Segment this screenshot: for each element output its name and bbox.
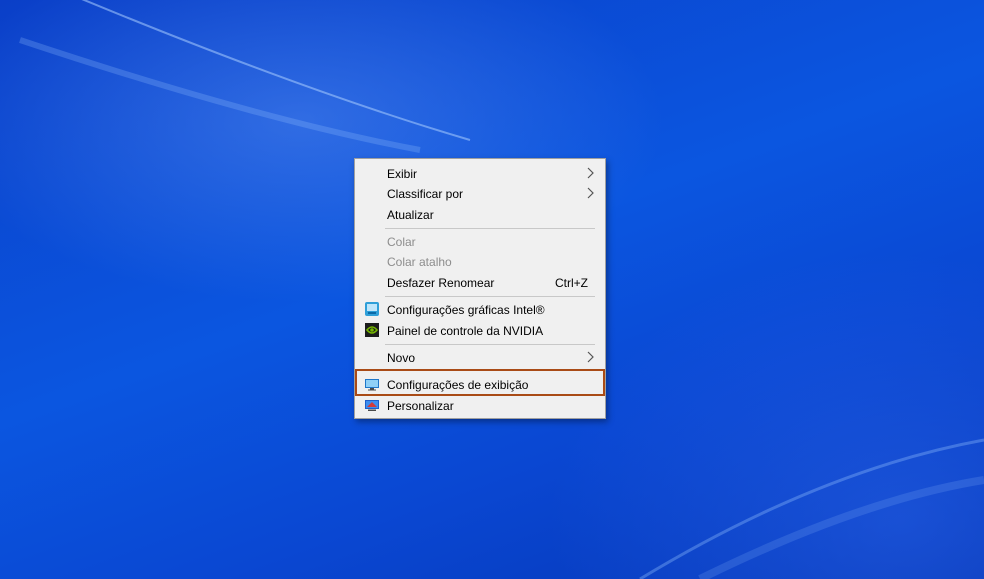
menu-item-classificar-por[interactable]: Classificar por [357,183,603,203]
menu-item-nvidia-control-panel[interactable]: Painel de controle da NVIDIA [357,320,603,340]
personalize-icon [365,400,379,411]
menu-item-label: Atualizar [387,208,434,222]
menu-item-shortcut: Ctrl+Z [555,276,588,290]
menu-item-exibir[interactable]: Exibir [357,163,603,183]
chevron-right-icon [587,167,594,179]
menu-item-label: Exibir [387,167,418,181]
intel-graphics-icon [365,302,379,316]
menu-separator [385,344,595,345]
menu-item-label: Colar [387,235,416,249]
menu-item-personalizar[interactable]: Personalizar [357,395,603,415]
menu-item-label: Classificar por [387,187,464,201]
chevron-right-icon [587,351,594,363]
menu-item-label: Painel de controle da NVIDIA [387,324,544,338]
menu-separator [385,296,595,297]
chevron-right-icon [587,187,594,199]
menu-item-label: Novo [387,351,416,365]
menu-item-label: Configurações gráficas Intel® [387,303,545,317]
menu-item-label: Desfazer Renomear [387,276,495,290]
menu-item-colar-atalho[interactable]: Colar atalho [357,251,603,271]
menu-item-colar[interactable]: Colar [357,231,603,251]
menu-item-atualizar[interactable]: Atualizar [357,204,603,224]
nvidia-icon [365,323,379,337]
menu-item-intel-graphics[interactable]: Configurações gráficas Intel® [357,299,603,319]
menu-item-label: Colar atalho [387,255,452,269]
menu-item-novo[interactable]: Novo [357,347,603,367]
menu-item-label: Personalizar [387,399,454,413]
menu-separator [385,228,595,229]
menu-item-desfazer-renomear[interactable]: Desfazer Renomear Ctrl+Z [357,272,603,292]
highlight-box [355,369,605,396]
